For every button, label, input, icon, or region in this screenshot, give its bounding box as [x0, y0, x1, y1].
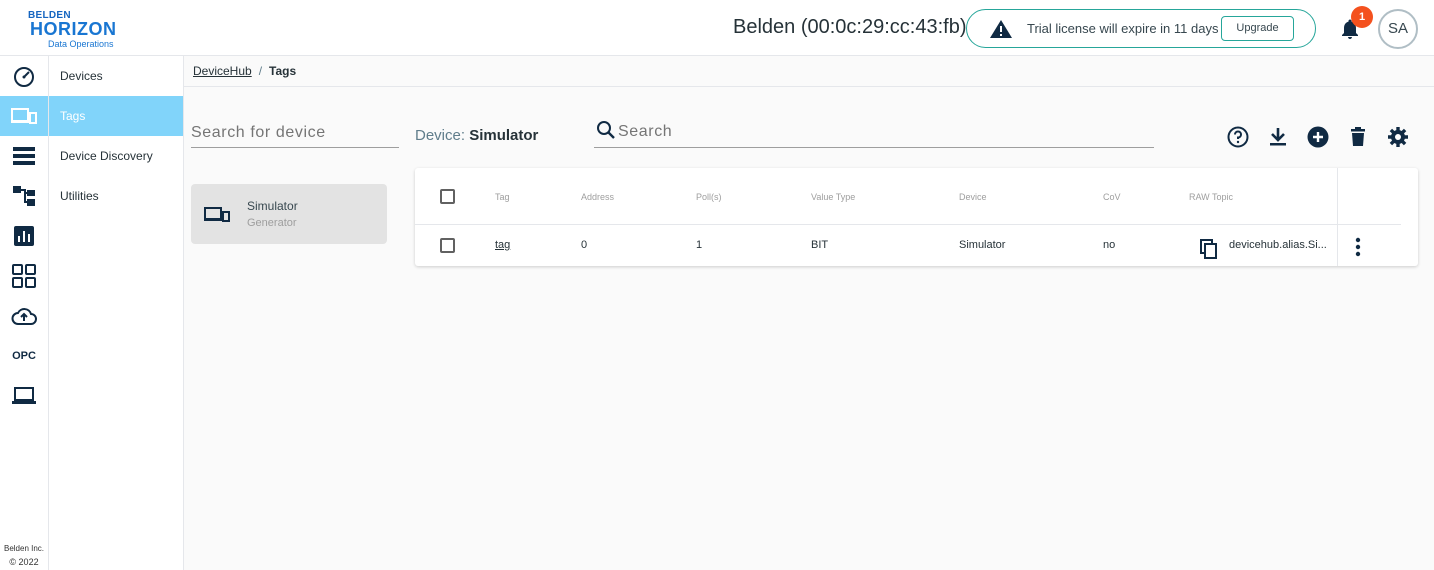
- devices-icon[interactable]: [0, 96, 48, 136]
- column-header-address[interactable]: Address: [581, 192, 614, 202]
- license-message: Trial license will expire in 11 days: [1027, 21, 1219, 36]
- breadcrumb-separator: /: [258, 64, 263, 78]
- cloud-upload-icon[interactable]: [0, 296, 48, 336]
- row-checkbox[interactable]: [440, 238, 455, 253]
- chart-icon[interactable]: [0, 216, 48, 256]
- add-icon[interactable]: [1305, 124, 1331, 150]
- tags-table: Tag Address Poll(s) Value Type Device Co…: [415, 168, 1418, 266]
- column-header-device[interactable]: Device: [959, 192, 987, 202]
- tag-cov: no: [1103, 239, 1116, 251]
- list-icon[interactable]: [0, 136, 48, 176]
- tag-search-placeholder: Search: [618, 123, 673, 140]
- apps-grid-icon[interactable]: [0, 256, 48, 296]
- column-header-cov[interactable]: CoV: [1103, 192, 1121, 202]
- tag-address: 0: [581, 239, 588, 251]
- breadcrumb: DeviceHub / Tags: [193, 64, 296, 78]
- nav-item-utilities[interactable]: Utilities: [49, 176, 183, 216]
- belden-horizon-logo[interactable]: BELDEN HORIZON Data Operations: [28, 10, 128, 49]
- nav-item-device-discovery[interactable]: Device Discovery: [49, 136, 183, 176]
- actions-column-divider: [1337, 168, 1338, 266]
- column-header-value-type[interactable]: Value Type: [811, 192, 855, 202]
- warning-icon: [990, 20, 1012, 38]
- tag-poll: 1: [696, 239, 703, 251]
- column-header-tag[interactable]: Tag: [495, 192, 510, 202]
- device-search-input[interactable]: Search for device: [191, 120, 399, 148]
- search-icon: [597, 121, 615, 139]
- more-options-icon[interactable]: [1355, 237, 1361, 257]
- nav-item-devices[interactable]: Devices: [49, 56, 183, 96]
- column-header-raw-topic[interactable]: RAW Topic: [1189, 192, 1233, 202]
- column-header-poll[interactable]: Poll(s): [696, 192, 722, 202]
- copy-icon[interactable]: [1200, 239, 1218, 259]
- tag-device: Simulator: [959, 239, 1006, 251]
- opc-icon[interactable]: OPC: [0, 336, 48, 376]
- device-identifier: Belden (00:0c:29:cc:43:fb): [733, 16, 967, 38]
- laptop-icon[interactable]: [0, 376, 48, 416]
- selected-device-label: Device: Simulator: [415, 127, 538, 144]
- device-icon: [204, 207, 230, 222]
- select-all-checkbox[interactable]: [440, 189, 455, 204]
- opc-label: OPC: [12, 350, 36, 362]
- tag-search-input[interactable]: Search: [594, 118, 1154, 148]
- copyright-year: © 2022: [9, 557, 39, 567]
- hierarchy-icon[interactable]: [0, 176, 48, 216]
- user-avatar[interactable]: SA: [1378, 9, 1418, 49]
- device-name: Simulator: [247, 199, 298, 213]
- license-banner: Trial license will expire in 11 days Upg…: [966, 9, 1316, 48]
- tag-value-type: BIT: [811, 239, 829, 251]
- help-icon[interactable]: [1225, 124, 1251, 150]
- breadcrumb-devicehub[interactable]: DeviceHub: [193, 64, 252, 78]
- selected-device-name: Simulator: [469, 127, 539, 144]
- selected-device-prefix: Device:: [415, 127, 466, 144]
- tag-name-link[interactable]: tag: [495, 239, 510, 251]
- table-header-divider: [415, 224, 1401, 225]
- copyright-company: Belden Inc.: [3, 544, 45, 553]
- breadcrumb-current: Tags: [269, 64, 297, 78]
- settings-icon[interactable]: [1385, 124, 1411, 150]
- tag-raw-topic: devicehub.alias.Si...: [1229, 239, 1327, 251]
- notification-badge: 1: [1351, 6, 1373, 28]
- dashboard-icon[interactable]: [0, 56, 48, 96]
- delete-icon[interactable]: [1345, 124, 1371, 150]
- nav-item-tags[interactable]: Tags: [49, 96, 183, 136]
- device-type: Generator: [247, 217, 297, 229]
- divider: [184, 86, 1434, 87]
- sub-navigation: Devices Tags Device Discovery Utilities: [49, 56, 184, 570]
- upgrade-button[interactable]: Upgrade: [1221, 16, 1294, 41]
- logo-line-3: Data Operations: [48, 39, 114, 49]
- app-header: BELDEN HORIZON Data Operations Belden (0…: [0, 0, 1434, 56]
- download-icon[interactable]: [1265, 124, 1291, 150]
- device-list-item[interactable]: Simulator Generator: [191, 184, 387, 244]
- icon-rail: OPC Belden Inc. © 2022: [0, 56, 49, 570]
- logo-line-2: HORIZON: [30, 19, 117, 39]
